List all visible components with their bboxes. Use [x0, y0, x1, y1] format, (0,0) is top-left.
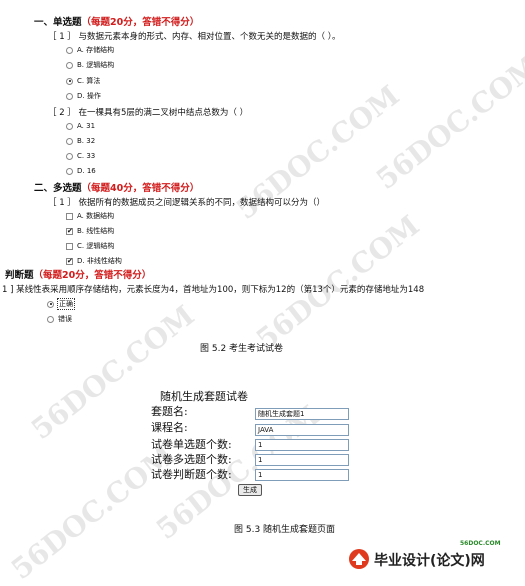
question-text: 依据所有的数据成员之间逻辑关系的不同，数据结构可以分为（） [78, 198, 326, 208]
option-label: D. 16 [77, 167, 96, 175]
section3-heading: 三、判断题（每题20分，答错不得分） [0, 267, 151, 281]
option-label: A. 数据结构 [77, 212, 115, 220]
field-label: 试卷判断题个数: [151, 468, 232, 481]
option-radio[interactable]: A. 31 [66, 122, 95, 130]
option-checkbox[interactable]: C. 逻辑结构 [66, 241, 114, 251]
section2-note: （每题40分，答错不得分） [81, 183, 200, 194]
course-name-input[interactable]: JAVA [255, 424, 349, 436]
option-radio[interactable]: 错误 [47, 314, 72, 324]
option-label: C. 33 [77, 152, 96, 160]
field-label: 试卷单选题个数: [151, 438, 232, 451]
logo-site: 56DOC.COM [460, 540, 501, 547]
section1-heading: 一、单选题（每题20分，答错不得分） [34, 14, 199, 28]
logo-icon [349, 549, 369, 569]
figure-caption: 图 5.3 随机生成套题页面 [234, 525, 336, 535]
radio-button-selected[interactable] [66, 77, 73, 85]
option-label: C. 逻辑结构 [77, 242, 115, 250]
option-radio[interactable]: C. 33 [66, 152, 95, 160]
option-checkbox[interactable]: ✔ B. 线性结构 [66, 226, 114, 236]
field-label: 课程名: [151, 421, 188, 434]
radio-button[interactable] [66, 61, 73, 69]
option-label: D. 非线性结构 [77, 257, 122, 265]
single-choice-count-input[interactable]: 1 [255, 439, 349, 451]
option-label: D. 操作 [77, 92, 101, 100]
section2-heading: 二、多选题（每题40分，答错不得分） [34, 180, 199, 194]
option-label: B. 32 [77, 137, 96, 145]
question-1-1: ［ 1 ］ 与数据元素本身的形式、内存、相对位置、个数无关的是数据的（ ）。 [48, 30, 340, 42]
option-label: A. 存储结构 [77, 46, 115, 54]
checkbox[interactable] [66, 212, 73, 220]
option-radio[interactable]: D. 操作 [66, 91, 101, 101]
paper-name-input[interactable]: 随机生成套题1 [255, 408, 349, 420]
section2-title: 二、多选题 [34, 183, 82, 194]
radio-button-selected[interactable] [47, 300, 54, 308]
option-radio[interactable]: B. 32 [66, 137, 95, 145]
option-radio[interactable]: B. 逻辑结构 [66, 60, 114, 70]
question-text: 在一棵具有5层的满二叉树中结点总数为（ ） [78, 108, 249, 118]
radio-button[interactable] [66, 46, 73, 54]
option-label: A. 31 [77, 122, 96, 130]
radio-button[interactable] [66, 137, 73, 145]
option-radio[interactable]: C. 算法 [66, 76, 100, 86]
option-label: B. 逻辑结构 [77, 61, 115, 69]
radio-button[interactable] [66, 152, 73, 160]
checkbox[interactable] [66, 242, 73, 250]
option-radio[interactable]: 正确 [47, 298, 75, 310]
generate-button[interactable]: 生成 [238, 484, 262, 496]
question-2-1: ［ 1 ］ 依据所有的数据成员之间逻辑关系的不同，数据结构可以分为（） [48, 196, 325, 208]
question-1-2: ［ 2 ］ 在一棵具有5层的满二叉树中结点总数为（ ） [48, 106, 248, 118]
option-checkbox[interactable]: ✔ D. 非线性结构 [66, 256, 122, 266]
watermark: 56DOC.COM [370, 48, 525, 197]
question-text: 与数据元素本身的形式、内存、相对位置、个数无关的是数据的（ ）。 [78, 32, 341, 42]
form-title: 随机生成套题试卷 [160, 390, 248, 403]
field-label: 套题名: [151, 405, 188, 418]
option-label: B. 线性结构 [77, 227, 115, 235]
logo-text: 毕业设计(论文)网 [374, 553, 485, 569]
field-label: 试卷多选题个数: [151, 453, 232, 466]
section1-title: 一、单选题 [34, 17, 82, 28]
section3-note: （每题20分，答错不得分） [33, 270, 152, 281]
radio-button[interactable] [66, 167, 73, 175]
section1-note: （每题20分，答错不得分） [81, 17, 200, 28]
option-checkbox[interactable]: A. 数据结构 [66, 211, 114, 221]
radio-button[interactable] [66, 122, 73, 130]
checkbox-checked[interactable]: ✔ [66, 227, 73, 235]
option-radio[interactable]: A. 存储结构 [66, 45, 114, 55]
option-label: C. 算法 [77, 77, 101, 85]
checkbox-checked[interactable]: ✔ [66, 257, 73, 265]
question-number: ［ 1 ］ [48, 32, 76, 42]
radio-button[interactable] [66, 92, 73, 100]
section3-title: 三、判断题 [0, 270, 34, 281]
multi-choice-count-input[interactable]: 1 [255, 454, 349, 466]
radio-button[interactable] [47, 315, 54, 323]
question-3-1: 1 ] 某线性表采用顺序存储结构，元素长度为4，首地址为100，则下标为12的（… [2, 285, 425, 295]
option-radio[interactable]: D. 16 [66, 167, 96, 175]
figure-caption: 图 5.2 考生考试试卷 [200, 344, 284, 354]
option-label: 正确 [57, 298, 75, 310]
option-label: 错误 [58, 315, 72, 323]
judgment-count-input[interactable]: 1 [255, 469, 349, 481]
question-number: ［ 1 ］ [48, 198, 76, 208]
question-number: ［ 2 ］ [48, 108, 76, 118]
